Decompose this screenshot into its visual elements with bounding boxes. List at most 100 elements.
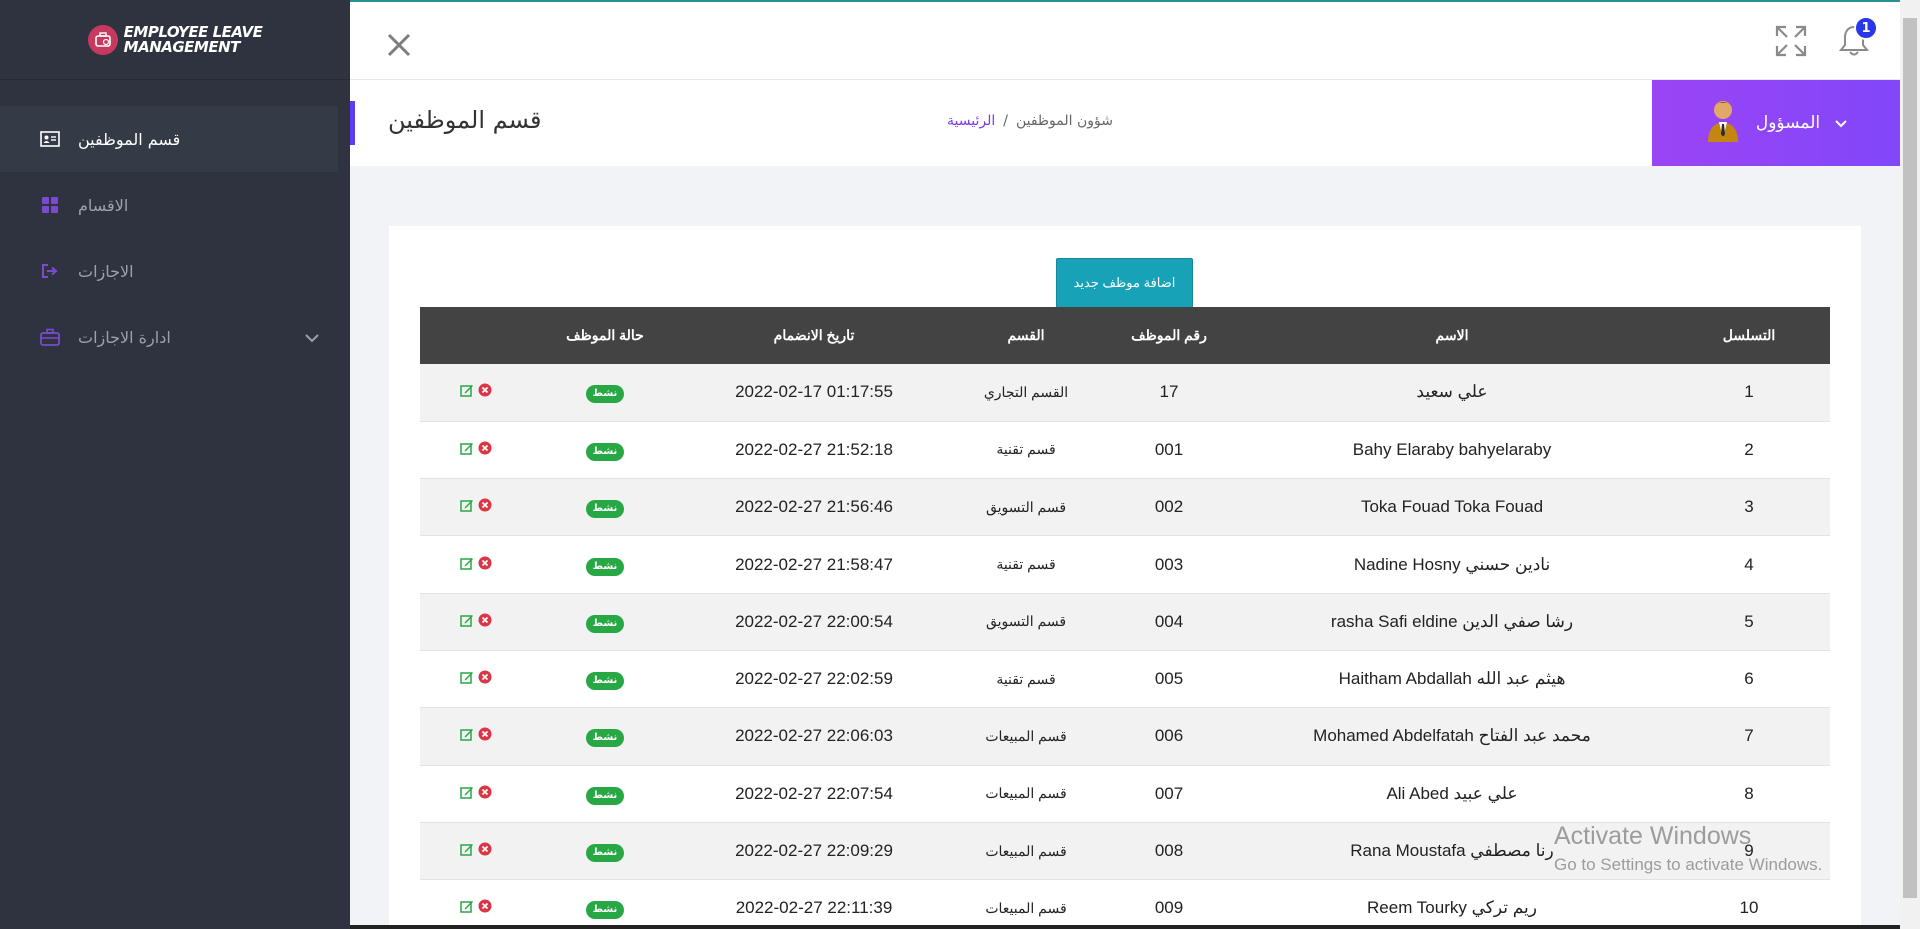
row-sequence: 1: [1744, 382, 1754, 402]
row-status: نشط: [532, 822, 678, 879]
row-department: قسم التسويق: [985, 498, 1067, 515]
row-actions: [420, 822, 532, 879]
edit-icon[interactable]: [460, 497, 474, 517]
breadcrumb-home-link[interactable]: الرئيسية: [947, 113, 995, 129]
row-actions: [420, 593, 532, 650]
row-actions: [420, 880, 532, 925]
vertical-scrollbar[interactable]: [1900, 0, 1920, 929]
status-badge: نشط: [585, 729, 625, 748]
chevron-down-icon: [1834, 114, 1848, 133]
scrollbar-thumb[interactable]: [1903, 18, 1917, 898]
row-employee-number: 005: [1154, 669, 1184, 689]
id-card-icon: [40, 129, 60, 149]
delete-icon[interactable]: [478, 555, 492, 575]
table-header-row: حالة الموظف تاريخ الانضمام القسم رقم الم…: [420, 307, 1830, 364]
row-join-date: 2022-02-27 22:00:54: [735, 611, 893, 631]
row-status: نشط: [532, 650, 678, 707]
header-sequence[interactable]: التسلسل: [1668, 307, 1830, 364]
delete-icon[interactable]: [478, 898, 492, 918]
row-name: rasha Safi eldine رشا صفي الدين: [1330, 611, 1574, 631]
row-department: قسم المبيعات: [985, 899, 1067, 916]
status-badge: نشط: [585, 672, 625, 691]
add-employee-button[interactable]: اضافة موظف جديد: [1056, 258, 1193, 308]
header-name[interactable]: الاسم: [1236, 307, 1668, 364]
edit-icon[interactable]: [460, 382, 474, 402]
row-status: نشط: [532, 880, 678, 925]
table-row: نشط 2022-02-27 21:56:46 قسم التسويق 002 Toka…: [420, 478, 1830, 536]
horizontal-scrollbar[interactable]: [350, 925, 1900, 929]
row-name: Reem Tourky ريم تركي: [1367, 898, 1537, 918]
user-menu[interactable]: المسؤول: [1652, 80, 1900, 166]
sidebar-item-leaves[interactable]: الاجازات: [0, 238, 350, 304]
sidebar-item-label: قسم الموظفين: [78, 129, 181, 149]
sidebar-item-employees[interactable]: قسم الموظفين: [0, 106, 338, 172]
status-badge: نشط: [585, 442, 625, 461]
table-row: نشط 2022-02-27 22:06:03 قسم المبيعات 006 Moh…: [420, 707, 1830, 766]
table-row: نشط 2022-02-27 22:02:59 قسم تقنية 005 Haitha…: [420, 650, 1830, 708]
header-status[interactable]: حالة الموظف: [532, 307, 678, 364]
row-status: نشط: [532, 765, 678, 822]
sidebar-item-leave-management[interactable]: ادارة الاجازات: [0, 304, 350, 370]
title-marker: [350, 101, 355, 145]
delete-icon[interactable]: [478, 612, 492, 632]
row-join-date: 2022-02-17 01:17:55: [735, 382, 893, 402]
delete-icon[interactable]: [478, 382, 492, 402]
delete-icon[interactable]: [478, 497, 492, 517]
row-status: نشط: [532, 593, 678, 650]
windows-activation-watermark: Activate Windows Go to Settings to activ…: [1554, 822, 1822, 875]
row-name: Ali Abed علي عبيد: [1386, 783, 1518, 803]
watermark-subtitle: Go to Settings to activate Windows.: [1554, 855, 1823, 874]
row-department: قسم تقنية: [996, 556, 1056, 573]
row-status: نشط: [532, 364, 678, 421]
header-join-date[interactable]: تاريخ الانضمام: [678, 307, 950, 364]
row-join-date: 2022-02-27 22:06:03: [735, 726, 893, 746]
sidebar: Employee Leave Management قسم الموظفين: [0, 0, 350, 929]
close-icon[interactable]: [386, 32, 412, 62]
row-employee-number: 17: [1159, 382, 1179, 402]
brand[interactable]: Employee Leave Management: [0, 0, 350, 80]
brand-name: Employee Leave Management: [124, 24, 263, 55]
row-name: Bahy Elaraby bahyelaraby: [1352, 439, 1552, 459]
status-badge: نشط: [585, 844, 625, 863]
delete-icon[interactable]: [478, 726, 492, 746]
edit-icon[interactable]: [460, 612, 474, 632]
delete-icon[interactable]: [478, 784, 492, 804]
delete-icon[interactable]: [478, 669, 492, 689]
sidebar-nav: قسم الموظفين الاقسام الاجازات ادارة الاج…: [0, 106, 350, 370]
status-badge: نشط: [585, 614, 625, 633]
row-join-date: 2022-02-27 22:09:29: [735, 841, 893, 861]
delete-icon[interactable]: [478, 841, 492, 861]
edit-icon[interactable]: [460, 669, 474, 689]
status-badge: نشط: [585, 901, 625, 920]
sidebar-item-departments[interactable]: الاقسام: [0, 172, 350, 238]
row-status: نشط: [532, 708, 678, 765]
row-employee-number: 009: [1154, 898, 1184, 918]
row-employee-number: 001: [1154, 439, 1184, 459]
row-name: Haitham Abdallah هيثم عبد الله: [1338, 669, 1566, 689]
grid-icon: [40, 195, 60, 215]
edit-icon[interactable]: [460, 841, 474, 861]
edit-icon[interactable]: [460, 555, 474, 575]
breadcrumb-current: شؤون الموظفين: [1015, 113, 1113, 129]
row-actions: [420, 650, 532, 707]
sidebar-item-label: الاجازات: [78, 261, 134, 281]
sidebar-item-label: ادارة الاجازات: [78, 327, 171, 347]
delete-icon[interactable]: [478, 440, 492, 460]
row-actions: [420, 364, 532, 421]
edit-icon[interactable]: [460, 898, 474, 918]
row-name: Toka Fouad Toka Fouad: [1360, 497, 1544, 517]
header-department[interactable]: القسم: [950, 307, 1102, 364]
row-name: علي سعيد: [1416, 382, 1488, 402]
edit-icon[interactable]: [460, 440, 474, 460]
row-join-date: 2022-02-27 21:52:18: [735, 439, 893, 459]
briefcase-icon: [40, 327, 60, 347]
row-department: قسم التسويق: [985, 613, 1067, 630]
row-join-date: 2022-02-27 21:56:46: [735, 497, 893, 517]
header-employee-number[interactable]: رقم الموظف: [1102, 307, 1236, 364]
edit-icon[interactable]: [460, 784, 474, 804]
row-sequence: 2: [1744, 439, 1754, 459]
row-department: القسم التجاري: [983, 383, 1069, 400]
table-row: نشط 2022-02-17 01:17:55 القسم التجاري 17 علي…: [420, 364, 1830, 422]
edit-icon[interactable]: [460, 726, 474, 746]
fullscreen-icon[interactable]: [1774, 24, 1808, 62]
